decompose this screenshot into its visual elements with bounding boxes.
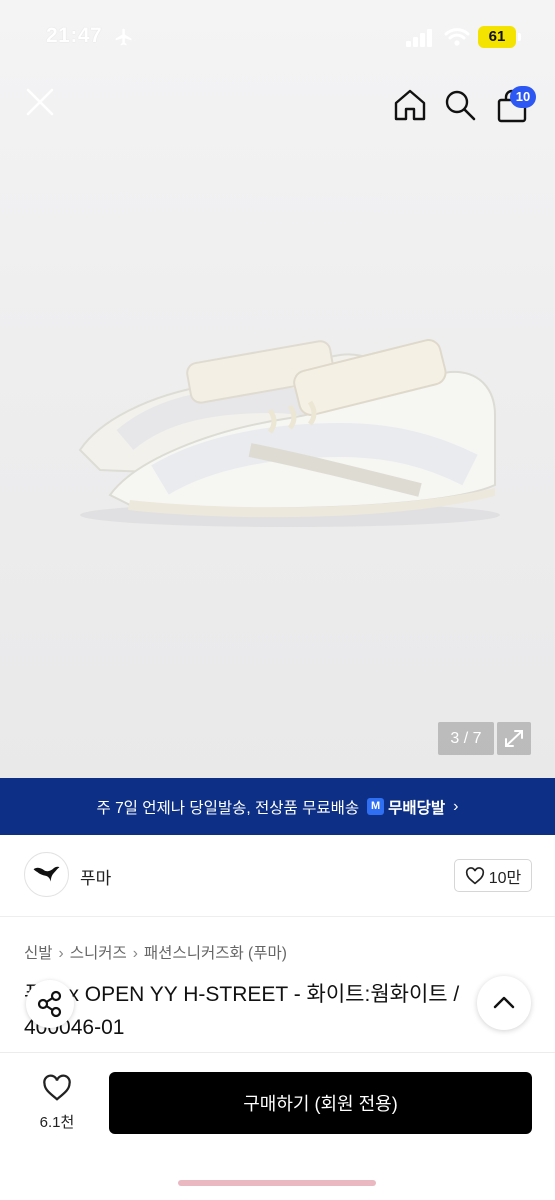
product-title: 푸마 x OPEN YY H-STREET - 화이트:웜화이트 / 40004…: [24, 978, 534, 1044]
product-image-gallery[interactable]: 21:47 61 10 3 / 7: [0, 0, 555, 778]
search-icon[interactable]: [443, 88, 477, 122]
share-icon[interactable]: [26, 980, 74, 1028]
home-icon[interactable]: [392, 88, 428, 122]
shipping-brand-label: 무배당발: [388, 799, 446, 817]
buy-button[interactable]: 구매하기 (회원 전용): [109, 1072, 532, 1134]
wifi-icon: [444, 28, 470, 46]
breadcrumb-item-shoes[interactable]: 신발: [24, 945, 53, 962]
cart-count-badge: 10: [510, 86, 536, 108]
airplane-icon: [115, 28, 132, 46]
wishlist-count: 6.1천: [39, 1114, 75, 1131]
chevron-right-icon: ›: [453, 797, 459, 815]
shipping-banner-text: 주 7일 언제나 당일발송, 전상품 무료배송: [96, 799, 360, 817]
shipping-banner[interactable]: 주 7일 언제나 당일발송, 전상품 무료배송 M 무배당발 ›: [0, 778, 555, 835]
product-photo: [78, 339, 500, 527]
breadcrumb-separator: ›: [58, 945, 64, 962]
status-bar: 21:47 61: [0, 0, 555, 76]
breadcrumb-item-fashion-sneakers[interactable]: 패션스니커즈화 (푸마): [144, 945, 287, 962]
battery-tip: [518, 33, 521, 41]
brand-like-count: 10만: [488, 869, 522, 887]
home-indicator: [178, 1180, 376, 1186]
mubae-logo-icon: M: [367, 798, 385, 815]
product-title-line-1: 푸마 x OPEN YY H-STREET - 화이트:웜화이트 /: [24, 983, 460, 1006]
puma-logo-icon[interactable]: [24, 852, 69, 897]
brand-like-button[interactable]: 10만: [454, 859, 532, 892]
battery-indicator: 61: [478, 26, 516, 48]
heart-icon: [465, 866, 484, 884]
cellular-signal-icon: [406, 29, 432, 47]
heart-outline-icon: [43, 1074, 71, 1101]
product-title-line-2: 400046-01: [24, 1016, 125, 1039]
close-icon[interactable]: [22, 84, 58, 120]
breadcrumb-separator: ›: [132, 945, 138, 962]
scroll-top-chevron-up-icon[interactable]: [477, 976, 531, 1030]
status-time: 21:47: [46, 24, 103, 47]
expand-icon[interactable]: [497, 722, 531, 755]
brand-name[interactable]: 푸마: [80, 864, 111, 889]
breadcrumb-item-sneakers[interactable]: 스니커즈: [70, 945, 127, 962]
breadcrumb: 신발 › 스니커즈 › 패션스니커즈화 (푸마): [24, 941, 287, 963]
wishlist-button[interactable]: 6.1천: [30, 1074, 84, 1132]
section-divider: [0, 916, 555, 917]
gallery-counter: 3 / 7: [438, 722, 494, 755]
